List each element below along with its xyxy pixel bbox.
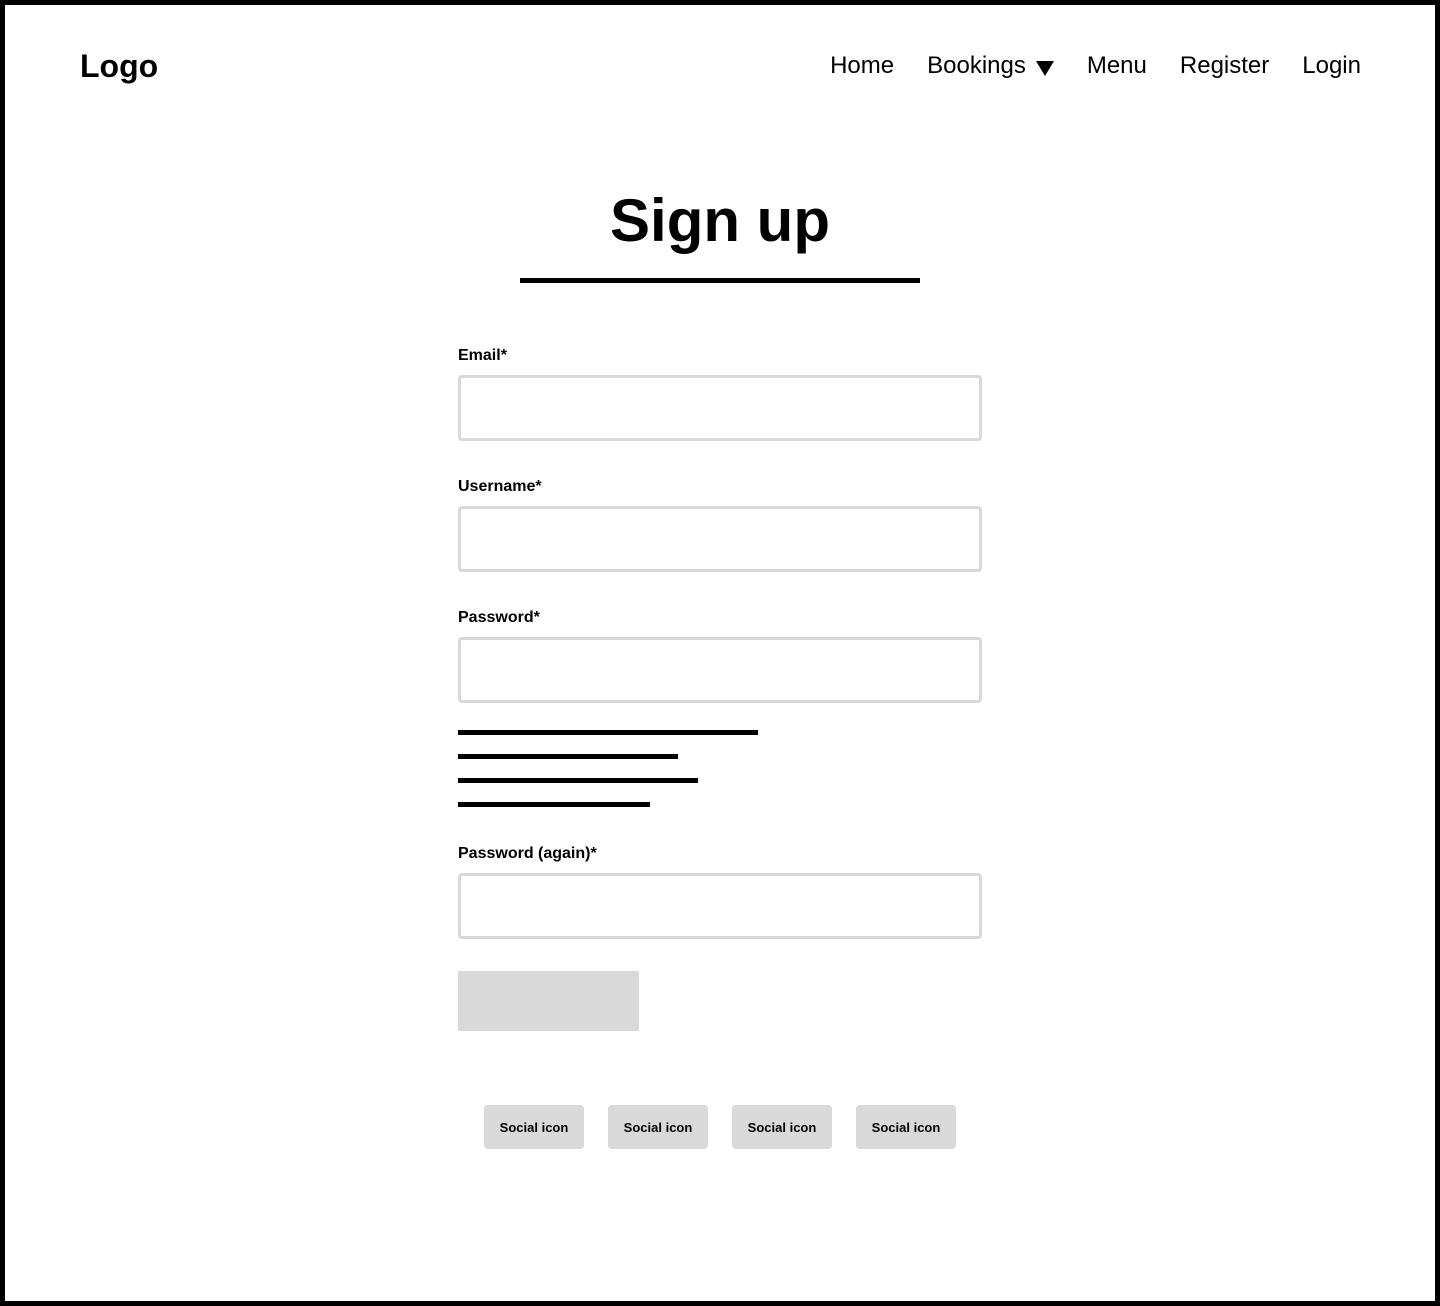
social-icon[interactable]: Social icon: [608, 1105, 708, 1149]
social-icons: Social icon Social icon Social icon Soci…: [484, 1105, 956, 1149]
nav-menu[interactable]: Menu: [1087, 43, 1147, 89]
password-hint-placeholder: [458, 730, 982, 807]
password-again-label: Password (again)*: [458, 845, 597, 862]
nav-home-label: Home: [830, 52, 895, 79]
email-field-group: Email*: [458, 346, 982, 441]
password-again-input[interactable]: [458, 873, 982, 939]
placeholder-text-line: [458, 730, 758, 735]
signup-form: Email* Username* Password* Password (aga…: [458, 346, 982, 1031]
nav-bookings-dropdown[interactable]: Bookings: [927, 43, 1054, 89]
page-frame: Logo Home Bookings Menu Register Login S…: [0, 0, 1440, 1306]
password-label: Password*: [458, 609, 540, 626]
signup-submit-button[interactable]: [458, 971, 639, 1031]
password-field-group: Password*: [458, 608, 982, 703]
nav-bookings-label: Bookings: [927, 52, 1026, 79]
caret-down-icon: [1035, 60, 1054, 76]
nav-menu-label: Menu: [1086, 52, 1147, 79]
password-input[interactable]: [458, 637, 982, 703]
main-nav: Home Bookings Menu Register Login: [830, 43, 1361, 89]
nav-register[interactable]: Register: [1180, 43, 1269, 89]
username-field-group: Username*: [458, 477, 982, 572]
logo[interactable]: Logo: [80, 43, 158, 89]
nav-login[interactable]: Login: [1302, 43, 1361, 89]
nav-register-label: Register: [1179, 52, 1270, 79]
email-input[interactable]: [458, 375, 982, 441]
social-icon[interactable]: Social icon: [484, 1105, 584, 1149]
nav-home[interactable]: Home: [830, 43, 894, 89]
placeholder-text-line: [458, 754, 678, 759]
title-divider: [520, 278, 920, 283]
username-input[interactable]: [458, 506, 982, 572]
email-label: Email*: [458, 347, 507, 364]
social-icon[interactable]: Social icon: [856, 1105, 956, 1149]
password-again-field-group: Password (again)*: [458, 844, 982, 939]
nav-login-label: Login: [1302, 52, 1361, 79]
placeholder-text-line: [458, 778, 698, 783]
username-label: Username*: [458, 478, 542, 495]
page-title: Sign up: [610, 187, 830, 254]
placeholder-text-line: [458, 802, 650, 807]
social-icon[interactable]: Social icon: [732, 1105, 832, 1149]
